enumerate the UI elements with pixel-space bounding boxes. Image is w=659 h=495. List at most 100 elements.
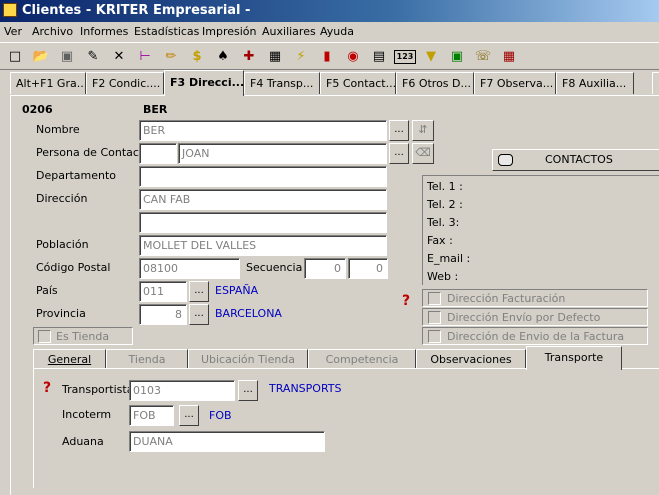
email-label: E_mail : bbox=[427, 252, 471, 265]
camera-icon[interactable]: ◉ bbox=[342, 47, 364, 67]
departamento-field[interactable] bbox=[139, 166, 387, 187]
client-short-name: BER bbox=[143, 103, 168, 116]
tel3-label: Tel. 3: bbox=[427, 216, 460, 229]
pais-code-field[interactable]: 011 bbox=[139, 281, 187, 302]
help-icon[interactable]: ? bbox=[399, 294, 413, 308]
table-icon[interactable]: ▦ bbox=[264, 47, 286, 67]
nombre-field[interactable]: BER bbox=[139, 120, 387, 141]
envio-factura-checkbox[interactable]: Dirección de Envio de la Factura bbox=[422, 327, 648, 345]
open-icon[interactable]: 📂 bbox=[30, 47, 52, 67]
incoterm-label: Incoterm bbox=[62, 408, 112, 421]
tab-auxiliary[interactable]: F8 Auxilia... bbox=[556, 72, 634, 94]
subtab-general[interactable]: General bbox=[33, 349, 106, 369]
subtab-observaciones[interactable]: Observaciones bbox=[416, 349, 526, 369]
pencil-icon[interactable]: ✏ bbox=[160, 47, 182, 67]
contacto-field[interactable]: JOAN bbox=[178, 143, 387, 164]
aduana-field[interactable]: DUANA bbox=[129, 431, 325, 452]
stamp-icon[interactable]: ♠ bbox=[212, 47, 234, 67]
contactos-button[interactable]: CONTACTOS bbox=[492, 149, 659, 171]
incoterm-ellipsis-button[interactable]: ... bbox=[179, 405, 199, 426]
menu-ver[interactable]: Ver bbox=[4, 25, 22, 38]
nombre-ellipsis-button[interactable]: ... bbox=[389, 120, 409, 141]
envio-factura-label: Dirección de Envio de la Factura bbox=[447, 330, 625, 343]
pais-ellipsis-button[interactable]: ... bbox=[189, 281, 209, 302]
menu-estadisticas[interactable]: Estadísticas bbox=[134, 25, 199, 38]
title-bar[interactable]: Clientes - KRITER Empresarial - bbox=[0, 0, 659, 22]
tag-icon[interactable]: ▼ bbox=[420, 47, 442, 67]
document-icon[interactable]: ▦ bbox=[498, 47, 520, 67]
bar-chart-icon[interactable]: ▮ bbox=[316, 47, 338, 67]
tab-observations[interactable]: F7 Observa... bbox=[474, 72, 556, 94]
tab-contacts[interactable]: F5 Contact... bbox=[320, 72, 396, 94]
tab-transport[interactable]: F4 Transp... bbox=[244, 72, 320, 94]
incoterm-code-field[interactable]: FOB bbox=[129, 405, 174, 426]
window-title: Clientes - KRITER Empresarial - bbox=[22, 3, 251, 18]
subtab-competencia[interactable]: Competencia bbox=[308, 349, 416, 369]
fax-label: Fax : bbox=[427, 234, 453, 247]
contacto-ellipsis-button[interactable]: ... bbox=[389, 143, 409, 164]
tab-other-data[interactable]: F6 Otros D... bbox=[396, 72, 474, 94]
help-icon[interactable]: ? bbox=[40, 381, 54, 395]
nombre-label: Nombre bbox=[36, 123, 80, 136]
lightning-icon[interactable]: ⚡ bbox=[290, 47, 312, 67]
subtab-tienda[interactable]: Tienda bbox=[106, 349, 188, 369]
menu-archivo[interactable]: Archivo bbox=[32, 25, 73, 38]
form-icon[interactable]: ▤ bbox=[368, 47, 390, 67]
app-icon bbox=[3, 3, 17, 17]
transportista-name: TRANSPORTS bbox=[269, 382, 342, 395]
checkbox-box bbox=[428, 292, 441, 305]
client-code: 0206 bbox=[22, 103, 53, 116]
provincia-code-field[interactable]: 8 bbox=[139, 304, 187, 325]
menu-impresion[interactable]: Impresión bbox=[202, 25, 256, 38]
menu-ayuda[interactable]: Ayuda bbox=[320, 25, 354, 38]
web-label: Web : bbox=[427, 270, 459, 283]
secuencia1-field[interactable]: 0 bbox=[304, 258, 346, 279]
direccion-line1-field[interactable]: CAN FAB bbox=[139, 189, 387, 210]
direccion-line2-field[interactable] bbox=[139, 212, 387, 233]
provincia-name: BARCELONA bbox=[215, 307, 282, 320]
tab-more[interactable] bbox=[652, 72, 659, 94]
provincia-label: Provincia bbox=[36, 307, 86, 320]
envio-defecto-checkbox[interactable]: Dirección Envío por Defecto bbox=[422, 308, 648, 326]
pais-name: ESPAÑA bbox=[215, 284, 259, 297]
checkbox-box bbox=[428, 311, 441, 324]
provincia-ellipsis-button[interactable]: ... bbox=[189, 304, 209, 325]
transportista-ellipsis-button[interactable]: ... bbox=[238, 380, 258, 401]
edit-icon[interactable]: ✎ bbox=[82, 47, 104, 67]
subtab-ubicacion-tienda[interactable]: Ubicación Tienda bbox=[188, 349, 308, 369]
contacto-label: Persona de Contacto bbox=[36, 146, 150, 159]
new-icon[interactable]: □ bbox=[4, 47, 26, 67]
es-tienda-checkbox[interactable]: Es Tienda bbox=[33, 327, 133, 345]
tab-graphics[interactable]: Alt+F1 Gra... bbox=[10, 72, 86, 94]
es-tienda-label: Es Tienda bbox=[56, 330, 110, 343]
eraser-icon[interactable]: ⌫ bbox=[412, 143, 434, 164]
subtab-transporte[interactable]: Transporte bbox=[526, 346, 622, 370]
tools-icon[interactable]: ✚ bbox=[238, 47, 260, 67]
counter-123-icon[interactable]: 123 bbox=[394, 50, 416, 64]
secuencia2-field[interactable]: 0 bbox=[348, 258, 388, 279]
merge-icon[interactable]: ⇵ bbox=[412, 120, 434, 141]
aduana-label: Aduana bbox=[62, 435, 104, 448]
envio-defecto-label: Dirección Envío por Defecto bbox=[447, 311, 601, 324]
tab-conditions[interactable]: F2 Condic.... bbox=[86, 72, 164, 94]
contacto-prefix-field[interactable] bbox=[139, 143, 177, 164]
facturacion-checkbox[interactable]: Dirección Facturación bbox=[422, 289, 648, 307]
cp-field[interactable]: 08100 bbox=[139, 258, 240, 279]
delete-icon[interactable]: ✕ bbox=[108, 47, 130, 67]
dollar-icon[interactable]: $ bbox=[186, 47, 208, 67]
toolbar: □ 📂 ▣ ✎ ✕ ⊢ ✏ $ ♠ ✚ ▦ ⚡ ▮ ◉ ▤ 123 ▼ ▣ ☏ … bbox=[0, 42, 659, 70]
tel1-label: Tel. 1 : bbox=[427, 180, 463, 193]
tab-address[interactable]: F3 Direcci... bbox=[164, 70, 244, 96]
transportista-code-field[interactable]: 0103 bbox=[129, 380, 235, 401]
save-icon[interactable]: ▣ bbox=[56, 47, 78, 67]
checkbox-box bbox=[428, 330, 441, 343]
incoterm-name: FOB bbox=[209, 409, 232, 422]
menu-auxiliares[interactable]: Auxiliares bbox=[262, 25, 316, 38]
menu-informes[interactable]: Informes bbox=[80, 25, 128, 38]
poblacion-field[interactable]: MOLLET DEL VALLES bbox=[139, 235, 387, 256]
calculator-icon[interactable]: ▣ bbox=[446, 47, 468, 67]
tree-icon[interactable]: ⊢ bbox=[134, 47, 156, 67]
phone-icon[interactable]: ☏ bbox=[472, 47, 494, 67]
cp-label: Código Postal bbox=[36, 261, 111, 274]
pais-label: País bbox=[36, 284, 58, 297]
